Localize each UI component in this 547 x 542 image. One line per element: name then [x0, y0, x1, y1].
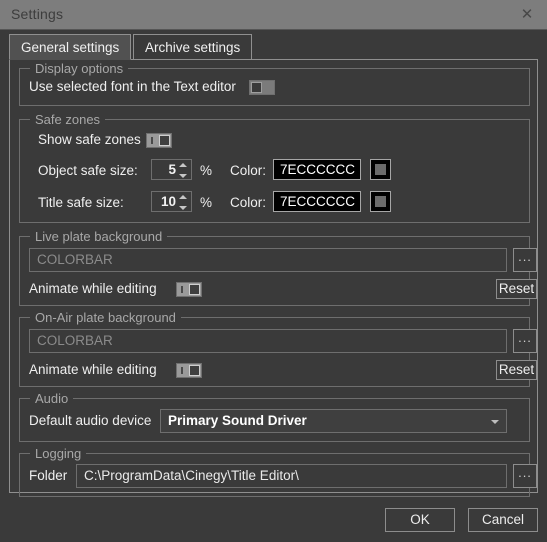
live-plate-reset-button[interactable]: Reset — [496, 279, 537, 299]
logging-folder-label: Folder — [29, 468, 68, 483]
ok-button[interactable]: OK — [385, 508, 455, 532]
group-logging: Logging Folder C:\ProgramData\Cinegy\Tit… — [19, 446, 537, 497]
show-safe-zones-label: Show safe zones — [38, 132, 141, 147]
object-color-swatch-button[interactable] — [370, 159, 391, 180]
title-color-label: Color: — [230, 195, 267, 210]
title-color-value-field[interactable]: 7ECCCCCC — [273, 191, 361, 212]
tab-strip: General settings Archive settings — [0, 30, 547, 60]
use-selected-font-toggle[interactable] — [249, 80, 275, 95]
title-safe-size-label: Title safe size: — [38, 195, 124, 210]
group-audio-legend: Audio — [30, 391, 74, 406]
logging-browse-button[interactable]: ... — [513, 464, 537, 488]
title-bar: Settings ✕ — [0, 0, 547, 30]
title-percent-label: % — [200, 195, 213, 210]
group-onair-plate-background: On-Air plate background COLORBAR ... Ani… — [19, 310, 537, 387]
onair-plate-browse-button[interactable]: ... — [513, 329, 537, 353]
onair-plate-animate-label: Animate while editing — [29, 362, 157, 377]
show-safe-zones-toggle[interactable] — [146, 133, 172, 148]
default-audio-device-value: Primary Sound Driver — [168, 413, 307, 428]
group-live-plate-background: Live plate background COLORBAR ... Anima… — [19, 229, 537, 306]
spinner-arrows-icon[interactable] — [179, 195, 187, 210]
cancel-button[interactable]: Cancel — [468, 508, 538, 532]
tab-archive-settings[interactable]: Archive settings — [133, 34, 253, 60]
logging-folder-input[interactable]: C:\ProgramData\Cinegy\Title Editor\ — [76, 464, 507, 488]
group-onair-plate-legend: On-Air plate background — [30, 310, 181, 325]
object-safe-size-stepper[interactable]: 5 — [151, 159, 192, 180]
object-color-label: Color: — [230, 163, 267, 178]
spinner-arrows-icon[interactable] — [179, 163, 187, 178]
object-safe-size-label: Object safe size: — [38, 163, 138, 178]
close-icon[interactable]: ✕ — [517, 5, 537, 25]
live-plate-path-input[interactable]: COLORBAR — [29, 248, 507, 272]
live-plate-browse-button[interactable]: ... — [513, 248, 537, 272]
group-logging-legend: Logging — [30, 446, 87, 461]
onair-plate-reset-button[interactable]: Reset — [496, 360, 537, 380]
group-display-options-legend: Display options — [30, 61, 129, 76]
object-color-value-field[interactable]: 7ECCCCCC — [273, 159, 361, 180]
group-safe-zones: Safe zones Show safe zones Object safe s… — [19, 112, 530, 223]
default-audio-device-label: Default audio device — [29, 413, 152, 428]
live-plate-animate-label: Animate while editing — [29, 281, 157, 296]
onair-plate-path-input[interactable]: COLORBAR — [29, 329, 507, 353]
group-audio: Audio Default audio device Primary Sound… — [19, 391, 530, 442]
group-live-plate-legend: Live plate background — [30, 229, 168, 244]
chevron-down-icon — [491, 420, 499, 424]
live-plate-animate-toggle[interactable] — [176, 282, 202, 297]
use-selected-font-label: Use selected font in the Text editor — [29, 79, 236, 94]
object-percent-label: % — [200, 163, 213, 178]
title-safe-size-stepper[interactable]: 10 — [151, 191, 192, 212]
tab-general-settings[interactable]: General settings — [9, 34, 132, 60]
general-settings-panel: Display options Use selected font in the… — [9, 59, 538, 497]
onair-plate-animate-toggle[interactable] — [176, 363, 202, 378]
default-audio-device-select[interactable]: Primary Sound Driver — [160, 409, 507, 433]
window-title: Settings — [11, 6, 64, 22]
settings-dialog: Settings ✕ General settings Archive sett… — [0, 0, 547, 542]
title-safe-size-value: 10 — [160, 194, 176, 209]
group-safe-zones-legend: Safe zones — [30, 112, 106, 127]
object-safe-size-value: 5 — [168, 162, 176, 177]
group-display-options: Display options Use selected font in the… — [19, 61, 530, 106]
title-color-swatch-button[interactable] — [370, 191, 391, 212]
